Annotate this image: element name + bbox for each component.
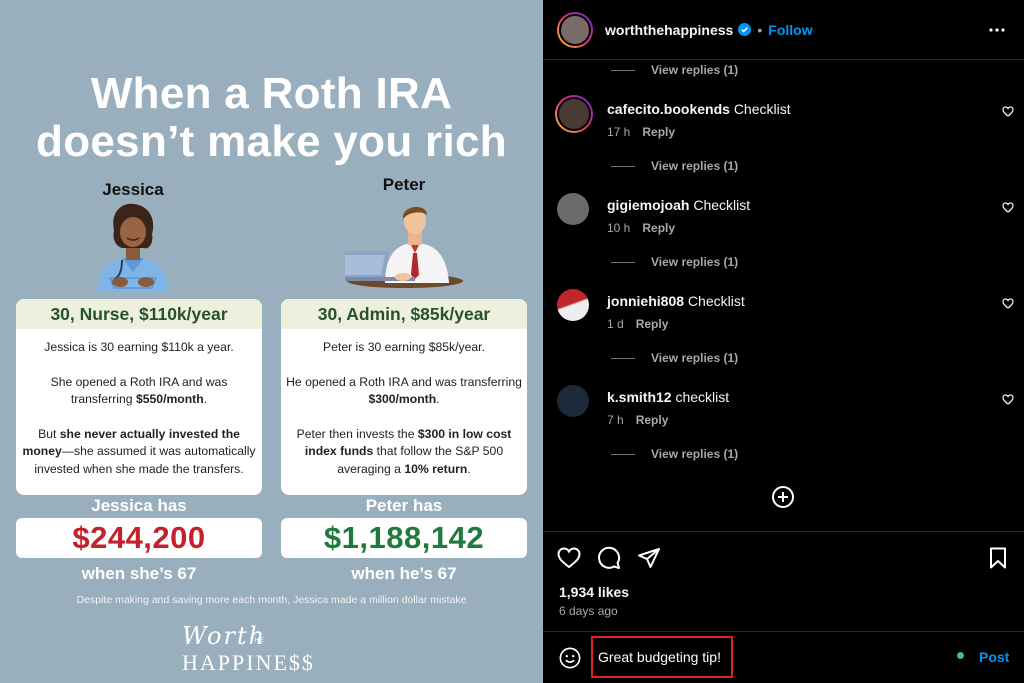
jessica-card: 30, Nurse, $110k/year Jessica is 30 earn… [16,299,262,495]
peter-when: when he’s 67 [351,564,457,583]
comment-input[interactable] [591,636,733,678]
commenter-username[interactable]: cafecito.bookends [607,101,730,117]
view-replies-button[interactable]: View replies (1) [611,351,738,365]
likes-count[interactable]: 1,934 likes [559,584,629,600]
comment-time: 7 h [607,413,624,427]
emoji-smiley-icon[interactable] [559,647,581,669]
heart-icon[interactable] [1002,106,1014,117]
post-title-line2: doesn’t make you rich [36,117,507,166]
jessica-amount: $244,200 [16,518,262,558]
comment-bubble-icon[interactable] [597,546,621,570]
jessica-paragraph-1: Jessica is 30 earning $110k a year. [44,340,234,354]
jessica-when: when she’s 67 [81,564,197,583]
author-avatar[interactable] [557,11,593,48]
comment-text: cafecito.bookends Checklist [607,101,791,117]
comment-time: 17 h [607,125,631,139]
peter-paragraph-1: Peter is 30 earning $85k/year. [323,340,485,354]
verified-badge-icon [738,23,752,36]
comment-time: 1 d [607,317,624,331]
comment-item: k.smith12 checklist 7 h Reply [557,385,1017,445]
jessica-paragraph-2: She opened a Roth IRA and was transferri… [50,374,228,407]
peter-paragraph-3: Peter then invests the $300 in low cost … [296,426,512,476]
commenter-avatar[interactable] [555,95,593,133]
logo-the: THE [250,638,265,644]
load-more-comments-icon[interactable] [771,485,795,509]
post-header: worththehappiness • Follow [543,0,1024,60]
jessica-headline: 30, Nurse, $110k/year [16,299,262,329]
comment-item: gigiemojoah Checklist 10 h Reply [557,193,1017,253]
view-replies-button[interactable]: View replies (1) [611,159,738,173]
commenter-avatar[interactable] [557,193,589,225]
peter-headline: 30, Admin, $85k/year [281,299,527,329]
logo-main: HAPPINE$$ [182,650,315,675]
post-image: When a Roth IRA doesn’t make you rich Je… [0,0,543,683]
post-title: When a Roth IRA doesn’t make you rich [0,70,543,166]
comment-meta: 10 h Reply [607,221,675,235]
view-replies-button[interactable]: View replies (1) [611,255,738,269]
comment-text: gigiemojoah Checklist [607,197,751,213]
jessica-has-label: Jessica has [91,496,187,515]
save-bookmark-icon[interactable] [986,546,1010,570]
heart-icon[interactable] [1002,298,1014,309]
commenter-avatar[interactable] [557,289,589,321]
comment-meta: 17 h Reply [607,125,675,139]
comment-text: jonniehi808 Checklist [607,293,745,309]
jessica-paragraph-3: But she never actually invested the mone… [22,426,256,476]
share-send-icon[interactable] [637,546,661,570]
post-actions-bar [543,531,1024,581]
peter-has-label: Peter has [365,496,443,515]
reply-button[interactable]: Reply [636,413,669,427]
comments-panel: worththehappiness • Follow View replies … [543,0,1024,683]
separator-dot: • [757,21,763,38]
commenter-username[interactable]: k.smith12 [607,389,672,405]
office-worker-illustration [345,206,463,288]
nurse-illustration [98,203,168,292]
comment-text: k.smith12 checklist [607,389,730,405]
more-horizontal-icon[interactable] [988,22,1006,38]
reply-button[interactable]: Reply [636,317,669,331]
comment-meta: 1 d Reply [607,317,668,331]
reply-button[interactable]: Reply [642,125,675,139]
view-replies-button[interactable]: View replies (1) [611,447,738,461]
post-title-line1: When a Roth IRA [90,69,453,118]
peter-card: 30, Admin, $85k/year Peter is 30 earning… [281,299,527,495]
post-comment-button[interactable]: Post [979,649,1009,665]
commenter-avatar[interactable] [557,385,589,417]
peter-name: Peter [382,175,426,194]
author-username[interactable]: worththehappiness [605,22,733,38]
heart-icon[interactable] [1002,202,1014,213]
post-caption: Despite making and saving more each mont… [76,594,467,606]
commenter-username[interactable]: gigiemojoah [607,197,689,213]
brand-logo: Worth THE HAPPINE$$ [180,620,380,680]
comment-item: jonniehi808 Checklist 1 d Reply [557,289,1017,349]
reply-button[interactable]: Reply [642,221,675,235]
jessica-name: Jessica [102,180,164,199]
follow-button[interactable]: Follow [768,22,812,38]
post-timestamp: 6 days ago [559,604,618,618]
comment-meta: 7 h Reply [607,413,668,427]
comment-item: cafecito.bookends Checklist 17 h Reply [555,95,1017,157]
comment-time: 10 h [607,221,631,235]
peter-amount: $1,188,142 [281,518,527,558]
heart-icon[interactable] [1002,394,1014,405]
status-dot [957,652,964,659]
commenter-username[interactable]: jonniehi808 [607,293,684,309]
like-heart-icon[interactable] [557,546,581,570]
logo-script: Worth [182,622,267,650]
comment-composer: Post [543,631,1024,683]
peter-paragraph-2: He opened a Roth IRA and was transferrin… [286,374,522,407]
comments-list: View replies (1) cafecito.bookends Check… [543,61,1024,530]
view-replies-button[interactable]: View replies (1) [611,63,738,77]
